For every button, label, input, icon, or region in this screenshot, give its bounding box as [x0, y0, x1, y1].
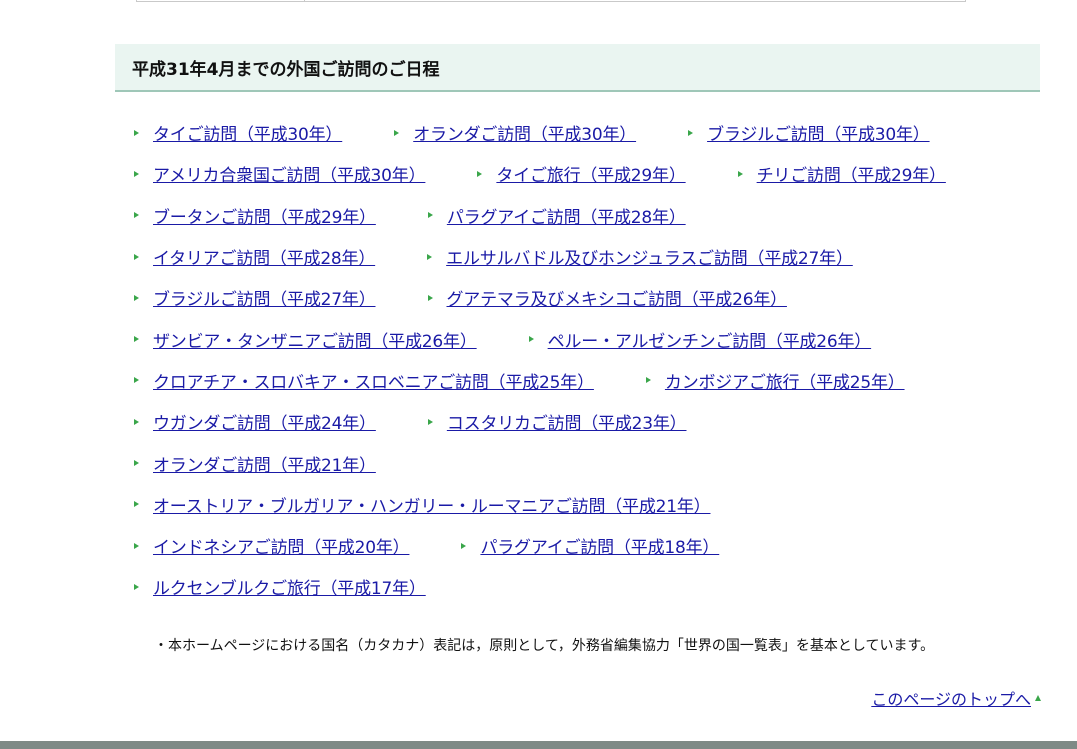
visit-link[interactable]: オランダご訪問（平成21年） — [153, 451, 398, 476]
list-item: カンボジアご旅行（平成25年） — [645, 368, 927, 393]
top-table-fragment — [136, 0, 966, 2]
arrow-right-icon — [134, 418, 139, 425]
arrow-right-icon — [461, 542, 467, 549]
visit-link[interactable]: インドネシアご訪問（平成20年） — [153, 533, 431, 558]
section-title: 平成31年4月までの外国ご訪問のご日程 — [132, 59, 440, 80]
list-item: ペルー・アルゼンチンご訪問（平成26年） — [528, 327, 893, 352]
list-item: パラグアイご訪問（平成28年） — [427, 203, 708, 228]
arrow-right-icon — [134, 294, 139, 301]
visit-link[interactable]: ブラジルご訪問（平成27年） — [153, 285, 398, 310]
list-item: ルクセンブルクご旅行（平成17年） — [134, 574, 448, 599]
page: 平成31年4月までの外国ご訪問のご日程 タイご訪問（平成30年） オランダご訪問… — [0, 0, 1077, 749]
visit-link-list: タイご訪問（平成30年） オランダご訪問（平成30年） ブラジルご訪問（平成30… — [134, 112, 1064, 608]
arrow-right-icon — [134, 336, 139, 343]
visit-link[interactable]: オーストリア・ブルガリア・ハンガリー・ルーマニアご訪問（平成21年） — [153, 492, 732, 517]
list-item: オランダご訪問（平成21年） — [134, 451, 398, 476]
arrow-right-icon — [528, 336, 534, 343]
list-item: グアテマラ及びメキシコご訪問（平成26年） — [427, 285, 809, 310]
arrow-right-icon — [134, 542, 139, 549]
arrow-right-icon — [134, 583, 139, 590]
arrow-up-icon — [1035, 695, 1041, 701]
visit-link[interactable]: ペルー・アルゼンチンご訪問（平成26年） — [548, 327, 893, 352]
visit-link[interactable]: パラグアイご訪問（平成28年） — [447, 203, 708, 228]
list-item: チリご訪問（平成29年） — [737, 161, 968, 186]
list-item: パラグアイご訪問（平成18年） — [461, 533, 741, 558]
link-row: クロアチア・スロバキア・スロベニアご訪問（平成25年） カンボジアご旅行（平成2… — [134, 360, 1064, 401]
list-item: ザンビア・タンザニアご訪問（平成26年） — [134, 327, 499, 352]
list-item: ブラジルご訪問（平成30年） — [688, 120, 952, 145]
list-item: インドネシアご訪問（平成20年） — [134, 533, 431, 558]
arrow-right-icon — [134, 501, 139, 508]
link-row: ブータンご訪問（平成29年） パラグアイご訪問（平成28年） — [134, 195, 1064, 236]
visit-link[interactable]: カンボジアご旅行（平成25年） — [665, 368, 927, 393]
list-item: エルサルバドル及びホンジュラスご訪問（平成27年） — [427, 244, 875, 269]
list-item: オランダご訪問（平成30年） — [394, 120, 658, 145]
link-row: インドネシアご訪問（平成20年） パラグアイご訪問（平成18年） — [134, 525, 1064, 566]
arrow-right-icon — [427, 253, 433, 260]
link-row: ルクセンブルクご旅行（平成17年） — [134, 566, 1064, 607]
visit-link[interactable]: エルサルバドル及びホンジュラスご訪問（平成27年） — [446, 244, 875, 269]
arrow-right-icon — [477, 170, 483, 177]
arrow-right-icon — [134, 212, 139, 219]
list-item: ブータンご訪問（平成29年） — [134, 203, 398, 228]
arrow-right-icon — [427, 212, 433, 219]
visit-link[interactable]: ブータンご訪問（平成29年） — [153, 203, 398, 228]
arrow-right-icon — [394, 129, 400, 136]
visit-link[interactable]: ザンビア・タンザニアご訪問（平成26年） — [153, 327, 499, 352]
visit-link[interactable]: オランダご訪問（平成30年） — [413, 120, 658, 145]
arrow-right-icon — [134, 377, 139, 384]
link-row: イタリアご訪問（平成28年） エルサルバドル及びホンジュラスご訪問（平成27年） — [134, 236, 1064, 277]
arrow-right-icon — [134, 170, 139, 177]
page-top: このページのトップへ — [871, 686, 1041, 710]
list-item: クロアチア・スロバキア・スロベニアご訪問（平成25年） — [134, 368, 616, 393]
visit-link[interactable]: チリご訪問（平成29年） — [757, 161, 968, 186]
link-row: ザンビア・タンザニアご訪問（平成26年） ペルー・アルゼンチンご訪問（平成26年… — [134, 318, 1064, 359]
arrow-right-icon — [645, 377, 651, 384]
list-item: タイご訪問（平成30年） — [134, 120, 364, 145]
page-top-link[interactable]: このページのトップへ — [871, 686, 1031, 710]
country-name-note: ・本ホームページにおける国名（カタカナ）表記は，原則として，外務省編集協力「世界… — [154, 638, 935, 654]
link-row: オーストリア・ブルガリア・ハンガリー・ルーマニアご訪問（平成21年） — [134, 484, 1064, 525]
arrow-right-icon — [134, 460, 139, 467]
arrow-right-icon — [134, 253, 139, 260]
visit-link[interactable]: タイご旅行（平成29年） — [496, 161, 707, 186]
list-item: コスタリカご訪問（平成23年） — [427, 409, 709, 434]
list-item: オーストリア・ブルガリア・ハンガリー・ルーマニアご訪問（平成21年） — [134, 492, 732, 517]
visit-link[interactable]: タイご訪問（平成30年） — [153, 120, 364, 145]
link-row: タイご訪問（平成30年） オランダご訪問（平成30年） ブラジルご訪問（平成30… — [134, 112, 1064, 153]
arrow-right-icon — [688, 129, 694, 136]
arrow-right-icon — [427, 418, 433, 425]
visit-link[interactable]: イタリアご訪問（平成28年） — [153, 244, 397, 269]
link-row: ブラジルご訪問（平成27年） グアテマラ及びメキシコご訪問（平成26年） — [134, 277, 1064, 318]
link-row: ウガンダご訪問（平成24年） コスタリカご訪問（平成23年） — [134, 401, 1064, 442]
link-row: オランダご訪問（平成21年） — [134, 442, 1064, 483]
arrow-right-icon — [737, 170, 743, 177]
list-item: ウガンダご訪問（平成24年） — [134, 409, 398, 434]
table-divider — [304, 0, 305, 1]
visit-link[interactable]: クロアチア・スロバキア・スロベニアご訪問（平成25年） — [153, 368, 616, 393]
list-item: タイご旅行（平成29年） — [477, 161, 707, 186]
visit-link[interactable]: コスタリカご訪問（平成23年） — [447, 409, 709, 434]
visit-link[interactable]: アメリカ合衆国ご訪問（平成30年） — [153, 161, 447, 186]
list-item: ブラジルご訪問（平成27年） — [134, 285, 398, 310]
visit-link[interactable]: ブラジルご訪問（平成30年） — [707, 120, 952, 145]
footer-bar — [0, 741, 1077, 749]
section-header: 平成31年4月までの外国ご訪問のご日程 — [115, 44, 1040, 92]
link-row: アメリカ合衆国ご訪問（平成30年） タイご旅行（平成29年） チリご訪問（平成2… — [134, 153, 1064, 194]
visit-link[interactable]: ルクセンブルクご旅行（平成17年） — [153, 574, 448, 599]
arrow-right-icon — [134, 129, 139, 136]
visit-link[interactable]: ウガンダご訪問（平成24年） — [153, 409, 398, 434]
arrow-right-icon — [427, 294, 433, 301]
list-item: イタリアご訪問（平成28年） — [134, 244, 397, 269]
visit-link[interactable]: グアテマラ及びメキシコご訪問（平成26年） — [447, 285, 809, 310]
list-item: アメリカ合衆国ご訪問（平成30年） — [134, 161, 447, 186]
visit-link[interactable]: パラグアイご訪問（平成18年） — [480, 533, 741, 558]
